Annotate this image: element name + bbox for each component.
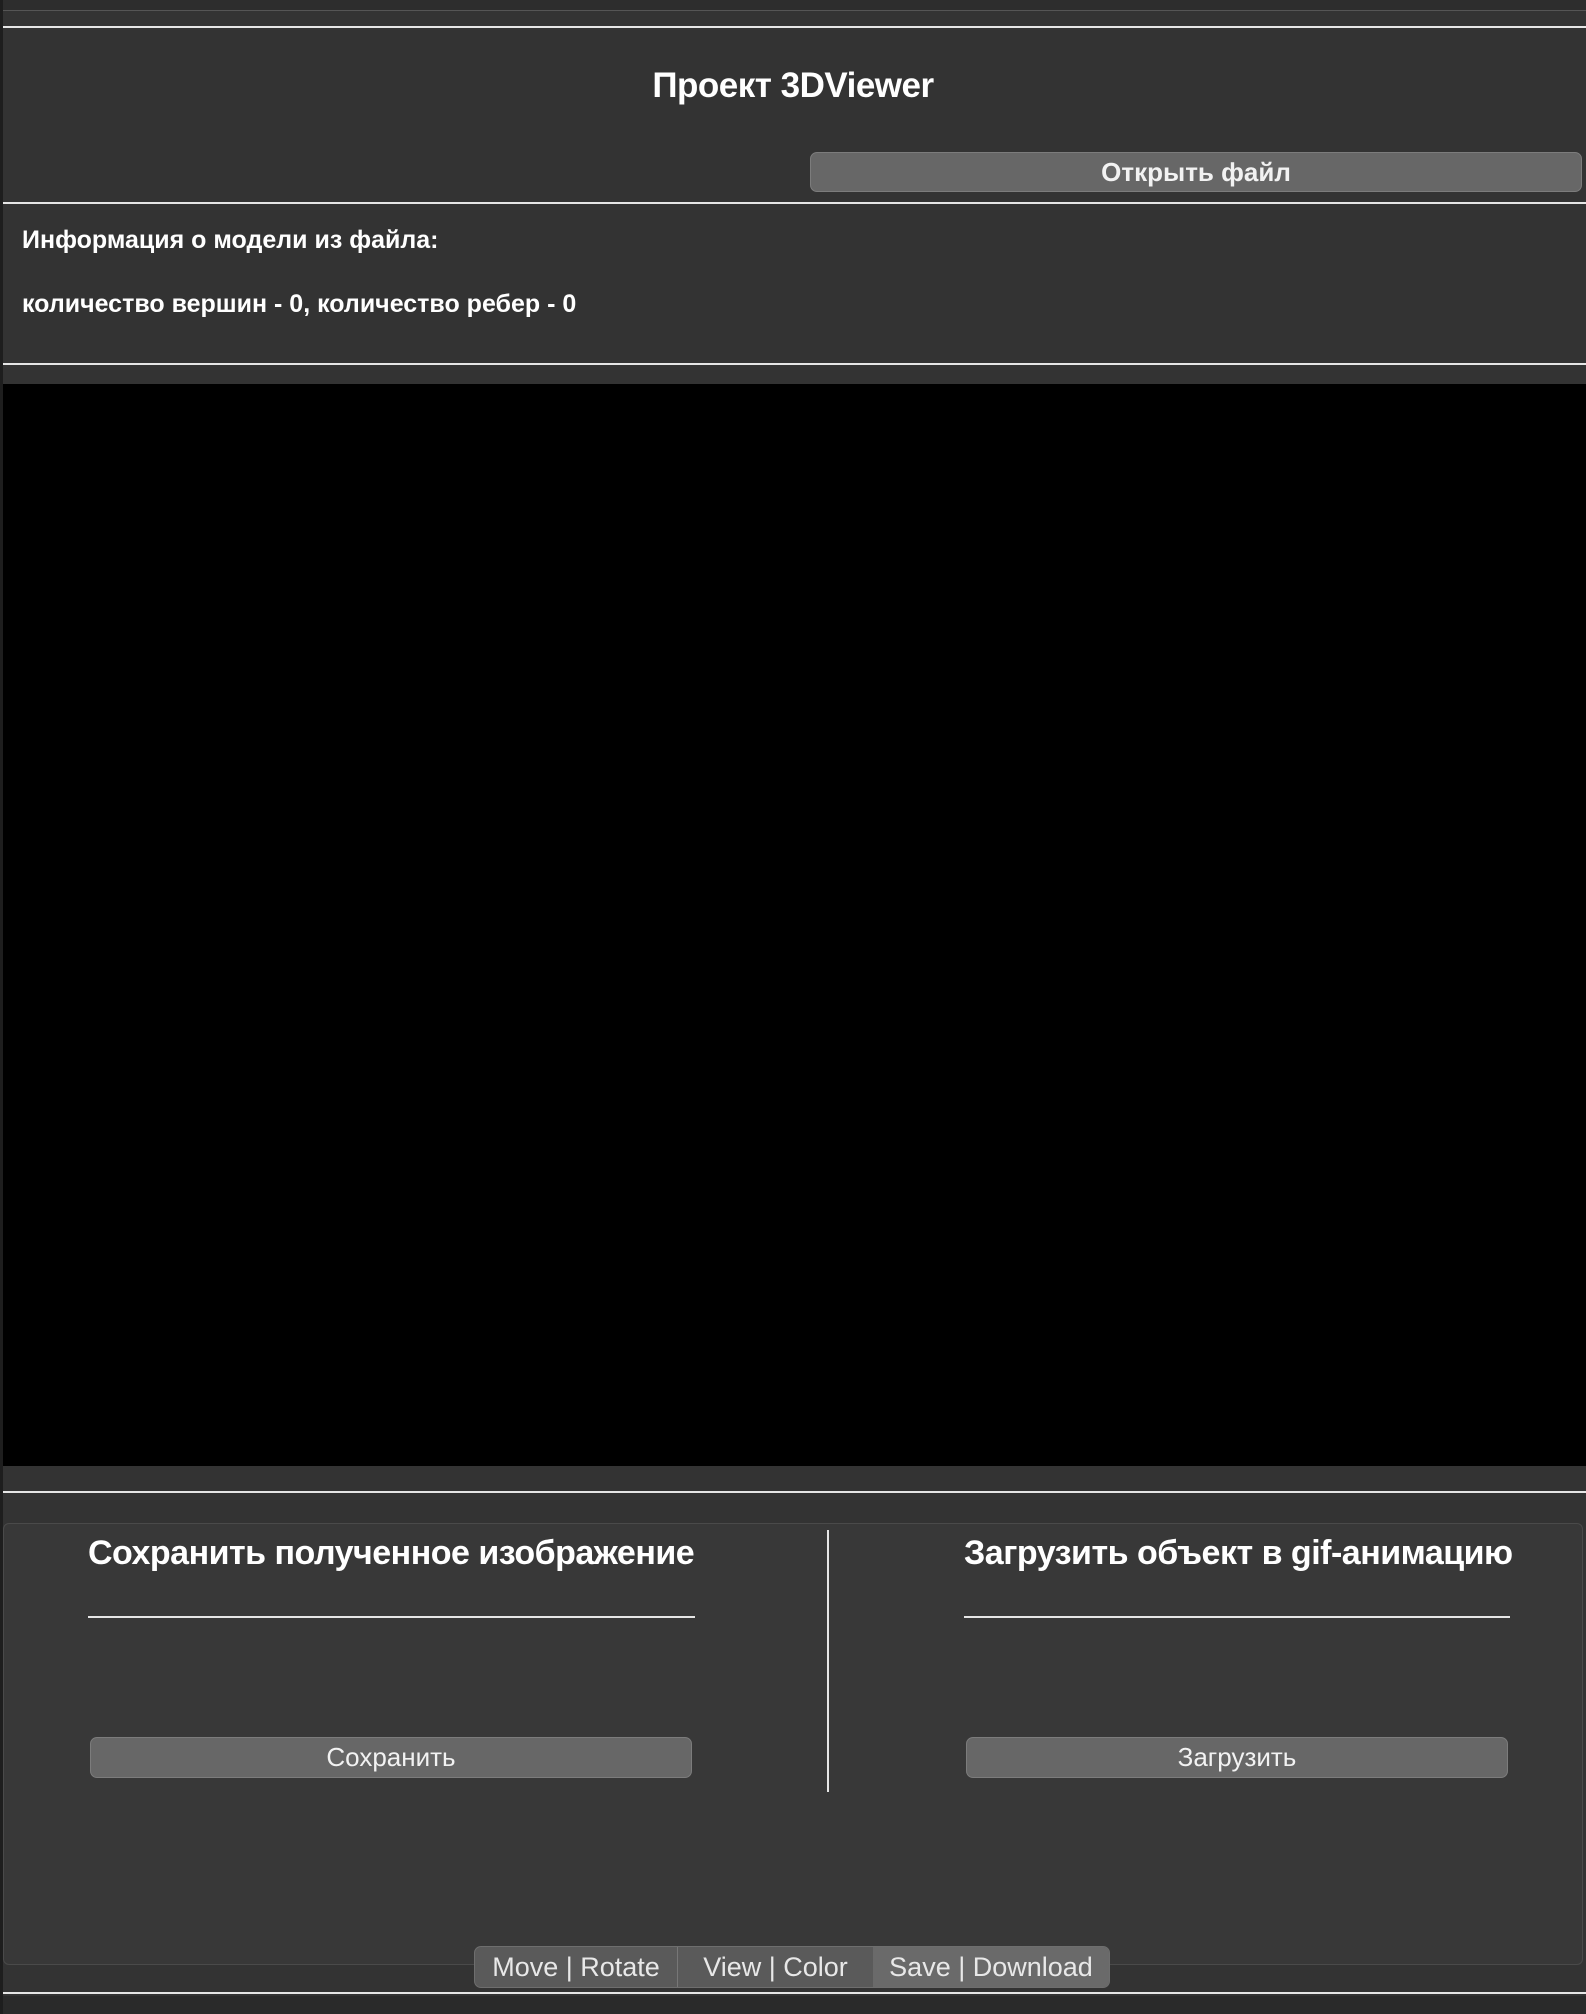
3d-viewport[interactable] xyxy=(3,384,1586,1466)
model-info-heading: Информация о модели из файла: xyxy=(22,226,439,254)
divider-viewport xyxy=(3,1491,1586,1493)
tab-save-download[interactable]: Save | Download xyxy=(873,1947,1109,1987)
tab-bar: Move | Rotate View | Color Save | Downlo… xyxy=(474,1946,1110,1988)
save-image-title: Сохранить полученное изображение xyxy=(88,1534,695,1572)
gif-underline xyxy=(964,1616,1510,1618)
page-title: Проект 3DViewer xyxy=(652,66,934,105)
divider-header xyxy=(3,202,1586,204)
divider-top xyxy=(3,26,1586,28)
save-button[interactable]: Сохранить xyxy=(90,1737,692,1778)
gif-load-button[interactable]: Загрузить xyxy=(966,1737,1508,1778)
status-strip xyxy=(3,1996,1586,2014)
tab-move-rotate[interactable]: Move | Rotate xyxy=(475,1947,677,1987)
open-file-button[interactable]: Открыть файл xyxy=(810,152,1582,192)
top-strip xyxy=(3,0,1586,11)
save-image-underline xyxy=(88,1616,695,1618)
gif-title: Загрузить объект в gif-анимацию xyxy=(964,1534,1513,1572)
model-info-stats: количество вершин - 0, количество ребер … xyxy=(22,290,577,318)
divider-bottom xyxy=(3,1992,1586,1994)
tab-view-color[interactable]: View | Color xyxy=(678,1947,873,1987)
divider-info xyxy=(3,363,1586,365)
section-divider xyxy=(827,1530,829,1792)
